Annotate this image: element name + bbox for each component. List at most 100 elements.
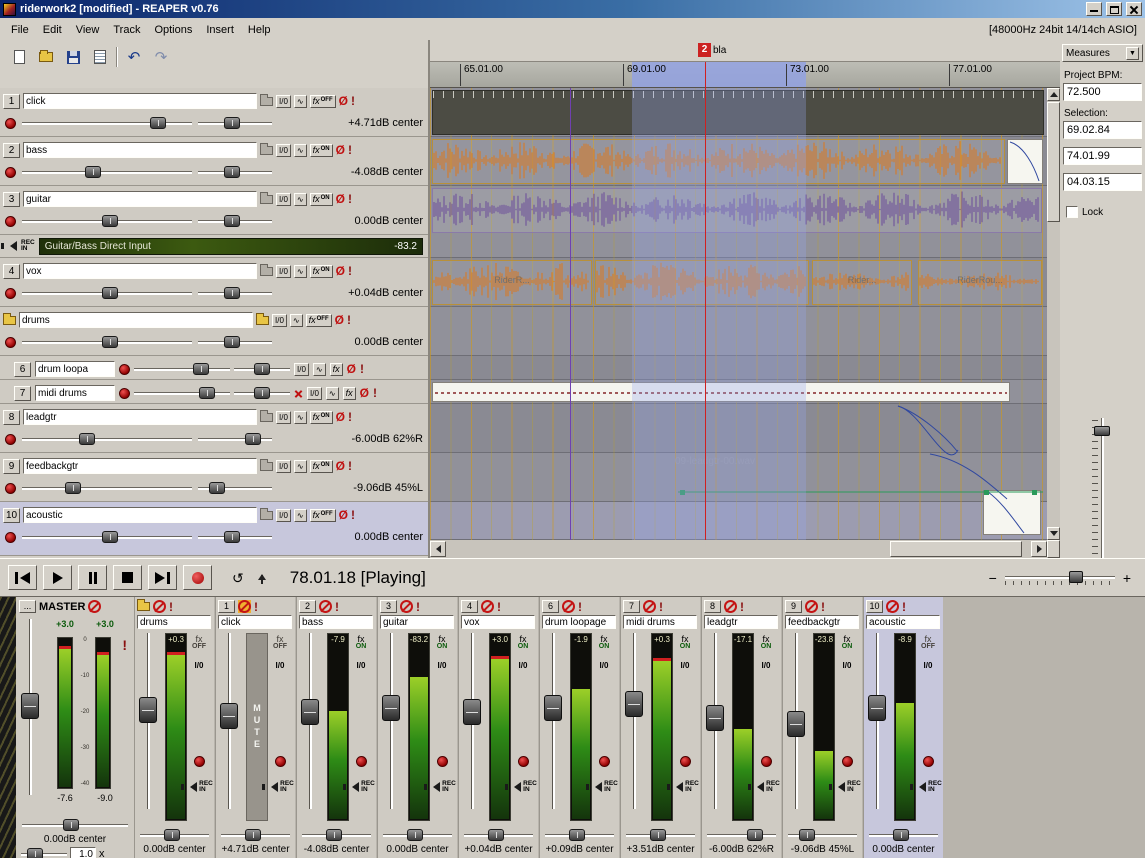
strip-record-arm[interactable] <box>194 756 205 767</box>
playrate-slider[interactable] <box>21 848 67 858</box>
pan-slider[interactable] <box>198 166 272 178</box>
phase-button[interactable]: ∿ <box>294 95 307 108</box>
strip-fader[interactable] <box>220 633 238 809</box>
strip-fader-thumb[interactable] <box>868 695 886 721</box>
selection-start-input[interactable] <box>1063 121 1142 139</box>
track-name-input[interactable] <box>23 93 257 109</box>
pan-thumb[interactable] <box>245 433 261 445</box>
strip-solo-icon[interactable]: ! <box>659 600 663 614</box>
track-name-input[interactable] <box>23 409 257 425</box>
fx-button[interactable]: fxOFF <box>306 314 332 327</box>
strip-name-input[interactable] <box>137 615 211 629</box>
solo-button[interactable]: ! <box>348 143 352 157</box>
io-button[interactable]: I/0 <box>276 144 291 157</box>
record-arm-button[interactable] <box>5 532 16 543</box>
master-pan-thumb[interactable] <box>63 819 79 831</box>
pan-slider[interactable] <box>198 117 272 129</box>
strip-pan-slider[interactable] <box>302 829 371 841</box>
folder-icon[interactable] <box>260 511 273 520</box>
solo-button[interactable]: ! <box>351 508 355 522</box>
strip-mute-icon[interactable] <box>400 600 413 613</box>
phase-button[interactable]: ∿ <box>294 411 307 424</box>
pan-thumb[interactable] <box>224 117 240 129</box>
mute-button[interactable]: Ø <box>336 192 345 206</box>
pan-slider[interactable] <box>198 482 272 494</box>
master-pan-slider[interactable] <box>22 819 128 831</box>
strip-fx-button[interactable]: fxOFF <box>921 635 935 651</box>
scroll-left-button[interactable] <box>430 541 446 557</box>
strip-fx-button[interactable]: fxON <box>356 635 367 651</box>
strip-fader-thumb[interactable] <box>463 699 481 725</box>
strip-fader[interactable] <box>382 633 400 809</box>
marker-number[interactable]: 2 <box>698 43 711 57</box>
media-item-vox-3[interactable]: Rider... <box>812 260 912 305</box>
strip-pan-slider[interactable] <box>626 829 695 841</box>
phase-button[interactable]: ∿ <box>294 193 307 206</box>
strip-record-arm[interactable] <box>518 756 529 767</box>
strip-io-button[interactable]: I/0 <box>681 661 690 670</box>
lock-control[interactable]: Lock <box>1066 206 1103 218</box>
open-project-button[interactable] <box>35 46 57 68</box>
strip-fader[interactable] <box>139 633 157 809</box>
strip-recin-button[interactable]: REC IN <box>266 781 294 793</box>
strip-pan-thumb[interactable] <box>893 829 909 841</box>
strip-fx-button[interactable]: fxON <box>842 635 853 651</box>
arrange-lanes[interactable]: RiderR... Rider... RiderRou... 09-leadgt… <box>430 88 1047 540</box>
play-button[interactable] <box>43 565 72 590</box>
strip-solo-icon[interactable]: ! <box>416 600 420 614</box>
strip-pan-slider[interactable] <box>464 829 533 841</box>
strip-pan-thumb[interactable] <box>488 829 504 841</box>
volume-slider[interactable] <box>22 166 192 178</box>
io-button[interactable]: I/0 <box>307 387 322 400</box>
track-number[interactable]: 8 <box>3 410 20 425</box>
scroll-up-button[interactable] <box>1047 88 1060 101</box>
track-number[interactable]: 2 <box>3 143 20 158</box>
strip-number[interactable]: 8 <box>704 600 721 613</box>
bpm-input[interactable] <box>1063 83 1142 101</box>
fx-button[interactable]: fx <box>330 363 343 376</box>
pan-thumb[interactable] <box>224 215 240 227</box>
strip-fader[interactable] <box>625 633 643 809</box>
media-item-vox-4[interactable]: RiderRou... <box>918 260 1042 305</box>
volume-slider[interactable] <box>22 482 192 494</box>
io-button[interactable]: I/0 <box>276 460 291 473</box>
record-arm-button[interactable] <box>119 364 130 375</box>
go-to-end-button[interactable] <box>148 565 177 590</box>
pan-thumb[interactable] <box>254 387 270 399</box>
strip-recin-button[interactable]: REC IN <box>428 781 456 793</box>
timebase-dropdown[interactable]: Measures ▼ <box>1062 44 1143 62</box>
project-settings-button[interactable] <box>89 46 111 68</box>
selection-length-input[interactable] <box>1063 173 1142 191</box>
strip-pan-thumb[interactable] <box>747 829 763 841</box>
strip-pan-slider[interactable] <box>383 829 452 841</box>
track-number[interactable]: 3 <box>3 192 20 207</box>
menu-options[interactable]: Options <box>147 22 199 38</box>
master-fader[interactable] <box>21 619 39 795</box>
record-arm-button[interactable] <box>5 216 16 227</box>
folder-icon[interactable] <box>137 602 150 611</box>
strip-number[interactable]: 2 <box>299 600 316 613</box>
vertical-scroll-thumb[interactable] <box>1047 102 1060 222</box>
volume-thumb[interactable] <box>102 287 118 299</box>
selection-end-input[interactable] <box>1063 147 1142 165</box>
volume-thumb[interactable] <box>85 166 101 178</box>
strip-pan-slider[interactable] <box>869 829 938 841</box>
strip-io-button[interactable]: I/0 <box>924 661 933 670</box>
record-button[interactable] <box>183 565 212 590</box>
strip-io-button[interactable]: I/0 <box>438 661 447 670</box>
fx-button[interactable]: fxON <box>310 144 333 157</box>
fx-button[interactable]: fxON <box>310 460 333 473</box>
solo-button[interactable]: ! <box>348 192 352 206</box>
io-button[interactable]: I/0 <box>294 363 309 376</box>
pan-slider[interactable] <box>198 287 272 299</box>
strip-name-input[interactable] <box>542 615 616 629</box>
strip-name-input[interactable] <box>704 615 778 629</box>
strip-record-arm[interactable] <box>356 756 367 767</box>
media-item-vox-1[interactable]: RiderR... <box>432 260 592 305</box>
solo-button[interactable]: ! <box>373 386 377 400</box>
strip-fx-button[interactable]: fxON <box>599 635 610 651</box>
strip-io-button[interactable]: I/0 <box>357 661 366 670</box>
strip-number[interactable]: 3 <box>380 600 397 613</box>
volume-slider[interactable] <box>22 336 192 348</box>
maximize-button[interactable] <box>1106 2 1122 16</box>
